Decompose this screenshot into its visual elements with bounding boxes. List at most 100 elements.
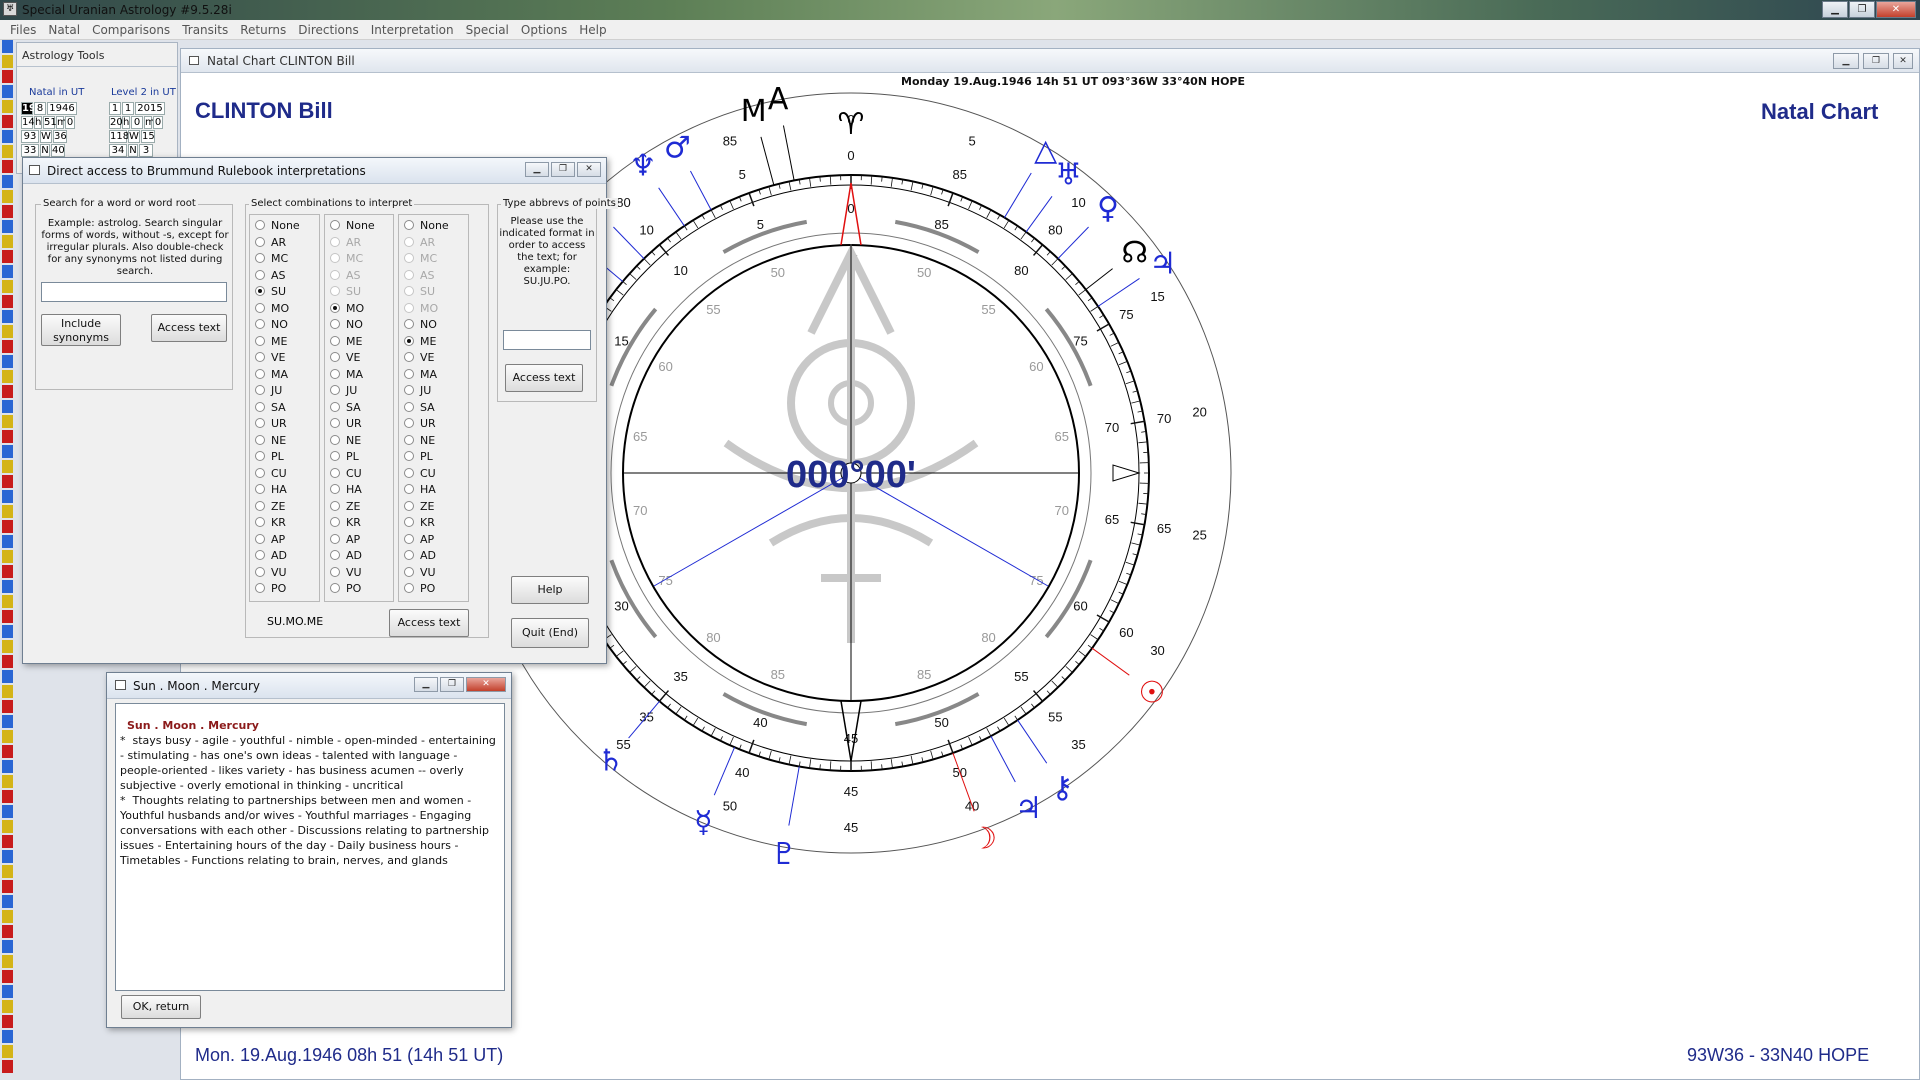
radio-option-ma[interactable]: MA (330, 368, 363, 381)
radio-option-ad[interactable]: AD (404, 549, 436, 562)
radio-option-ve[interactable]: VE (404, 351, 434, 364)
strip-swatch[interactable] (2, 580, 13, 593)
abbrev-access-text-button[interactable]: Access text (505, 364, 583, 392)
strip-swatch[interactable] (2, 430, 13, 443)
tools-field[interactable]: m (56, 116, 67, 129)
radio-option-ar[interactable]: AR (404, 236, 435, 249)
radio-button[interactable] (404, 517, 414, 527)
radio-button[interactable] (255, 401, 265, 412)
radio-option-vu[interactable]: VU (404, 566, 436, 579)
strip-swatch[interactable] (2, 280, 13, 293)
strip-swatch[interactable] (2, 880, 13, 893)
strip-swatch[interactable] (2, 655, 13, 668)
radio-option-mo[interactable]: MO (330, 302, 364, 315)
strip-swatch[interactable] (2, 535, 13, 548)
radio-option-no[interactable]: NO (330, 318, 363, 331)
strip-swatch[interactable] (2, 115, 13, 128)
radio-button[interactable] (255, 550, 265, 560)
radio-option-pl[interactable]: PL (404, 450, 433, 463)
strip-swatch[interactable] (2, 385, 13, 398)
radio-option-ze[interactable]: ZE (404, 500, 435, 513)
menu-transits[interactable]: Transits (176, 23, 234, 37)
strip-swatch[interactable] (2, 235, 13, 248)
dialog-minimize-button[interactable]: ▁ (525, 162, 549, 177)
strip-swatch[interactable] (2, 835, 13, 848)
strip-swatch[interactable] (2, 640, 13, 653)
radio-option-me[interactable]: ME (255, 335, 287, 348)
include-synonyms-button[interactable]: Include synonyms (41, 314, 121, 346)
radio-option-ne[interactable]: NE (255, 434, 286, 447)
radio-button[interactable] (330, 253, 340, 263)
strip-swatch[interactable] (2, 400, 13, 413)
menu-comparisons[interactable]: Comparisons (86, 23, 176, 37)
radio-option-ze[interactable]: ZE (255, 500, 286, 513)
radio-button[interactable] (330, 467, 340, 478)
tools-field[interactable]: N (40, 144, 50, 157)
radio-option-ve[interactable]: VE (255, 351, 285, 364)
radio-button[interactable] (330, 566, 340, 577)
radio-option-kr[interactable]: KR (404, 516, 435, 529)
strip-swatch[interactable] (2, 565, 13, 578)
strip-swatch[interactable] (2, 760, 13, 773)
interp-restore-button[interactable]: ❐ (440, 677, 464, 692)
radio-option-vu[interactable]: VU (255, 566, 287, 579)
radio-option-no[interactable]: NO (404, 318, 437, 331)
radio-option-ap[interactable]: AP (404, 533, 434, 546)
tools-field[interactable]: 0 (153, 116, 163, 129)
radio-button[interactable] (404, 286, 414, 296)
interpretation-text-area[interactable]: Sun . Moon . Mercury * stays busy - agil… (115, 703, 505, 991)
strip-swatch[interactable] (2, 790, 13, 803)
radio-button[interactable] (404, 253, 414, 263)
radio-option-po[interactable]: PO (255, 582, 286, 595)
tools-field[interactable]: 1 (109, 102, 121, 115)
radio-button[interactable] (404, 236, 414, 247)
strip-swatch[interactable] (2, 355, 13, 368)
radio-option-cu[interactable]: CU (255, 467, 287, 480)
strip-swatch[interactable] (2, 1015, 13, 1028)
interp-close-button[interactable]: ✕ (466, 677, 506, 692)
radio-option-as[interactable]: AS (330, 269, 361, 282)
tools-field[interactable]: 20 (109, 116, 123, 129)
tools-field[interactable]: 19 (21, 102, 36, 115)
strip-swatch[interactable] (2, 40, 13, 53)
radio-button[interactable] (255, 368, 265, 379)
tools-field[interactable]: 8 (34, 102, 46, 115)
radio-button[interactable] (255, 566, 265, 577)
strip-swatch[interactable] (2, 1030, 13, 1043)
strip-swatch[interactable] (2, 475, 13, 488)
radio-option-me[interactable]: ME (404, 335, 436, 348)
ok-return-button[interactable]: OK, return (121, 995, 201, 1019)
strip-swatch[interactable] (2, 460, 13, 473)
radio-option-ve[interactable]: VE (330, 351, 360, 364)
radio-option-po[interactable]: PO (330, 582, 361, 595)
radio-button[interactable] (330, 533, 340, 544)
radio-button[interactable] (255, 418, 265, 428)
strip-swatch[interactable] (2, 670, 13, 683)
radio-button[interactable] (404, 451, 414, 461)
radio-button[interactable] (255, 434, 265, 445)
quit-button[interactable]: Quit (End) (511, 618, 589, 648)
strip-swatch[interactable] (2, 100, 13, 113)
strip-swatch[interactable] (2, 730, 13, 743)
radio-button[interactable] (404, 352, 414, 362)
radio-option-ur[interactable]: UR (255, 417, 287, 430)
radio-option-ur[interactable]: UR (404, 417, 436, 430)
menu-special[interactable]: Special (460, 23, 515, 37)
help-button[interactable]: Help (511, 576, 589, 604)
radio-option-ar[interactable]: AR (330, 236, 361, 249)
radio-button[interactable] (255, 500, 265, 511)
strip-swatch[interactable] (2, 325, 13, 338)
tools-field[interactable]: 118 (109, 130, 129, 143)
strip-swatch[interactable] (2, 340, 13, 353)
radio-option-vu[interactable]: VU (330, 566, 362, 579)
menu-directions[interactable]: Directions (292, 23, 364, 37)
strip-swatch[interactable] (2, 715, 13, 728)
tools-field[interactable]: 2015 (135, 102, 165, 115)
radio-option-ne[interactable]: NE (404, 434, 435, 447)
radio-button[interactable] (330, 236, 340, 247)
radio-button[interactable] (255, 451, 265, 461)
radio-button[interactable] (255, 269, 265, 280)
tools-field[interactable]: 14 (21, 116, 35, 129)
strip-swatch[interactable] (2, 700, 13, 713)
strip-swatch[interactable] (2, 1060, 13, 1073)
